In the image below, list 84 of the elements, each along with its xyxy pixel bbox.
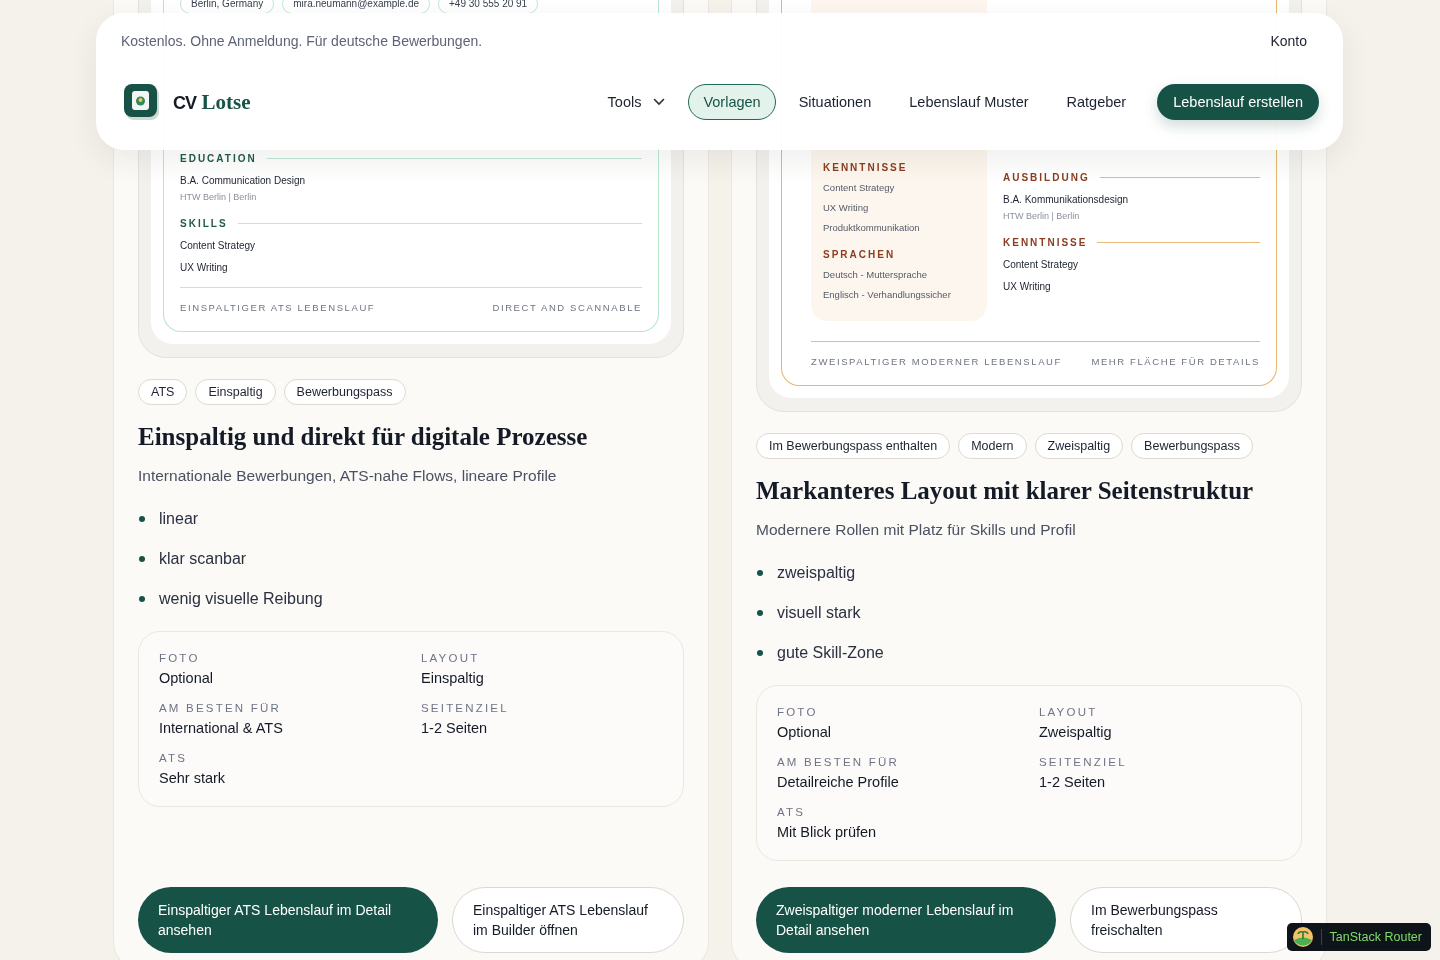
tag: Im Bewerbungspass enthalten xyxy=(756,433,951,459)
fact-value: Optional xyxy=(777,724,832,740)
resume-footer-label: MEHR FLÄCHE FÜR DETAILS xyxy=(1091,356,1260,367)
section-heading: SPRACHEN xyxy=(823,249,897,260)
fact-label: AM BESTEN FÜR xyxy=(777,756,900,768)
section-heading: KENNTNISSE xyxy=(823,162,909,173)
skill-item: Content Strategy xyxy=(1003,259,1080,270)
template-title: Einspaltig und direkt für digitale Prozesse xyxy=(138,423,589,451)
bullet-text: gute Skill-Zone xyxy=(777,644,884,662)
fact-label: ATS xyxy=(159,752,189,764)
tagline: Kostenlos. Ohne Anmeldung. Für deutsche Bewerbungen. xyxy=(121,33,483,49)
nav-link[interactable]: Ratgeber xyxy=(1051,84,1142,120)
fact-label: SEITENZIEL xyxy=(1039,756,1128,768)
builder-button[interactable]: Einspaltiger ATS Lebenslauf im Builder öffnen xyxy=(452,887,684,953)
tag: Einspaltig xyxy=(195,379,276,405)
sidebar-item: Content Strategy xyxy=(823,182,896,193)
nav-dropdown[interactable]: Tools xyxy=(592,84,681,120)
bullet-icon xyxy=(757,650,763,656)
template-title: Markanteres Layout mit klarer Seitenstruktur xyxy=(756,477,1255,505)
tag: Bewerbungspass xyxy=(1131,433,1253,459)
section-heading: SKILLS xyxy=(180,218,228,229)
bullet-text: wenig visuelle Reibung xyxy=(159,590,323,608)
bullet-icon xyxy=(139,596,145,602)
tag: Bewerbungspass xyxy=(283,379,406,405)
bullet-icon xyxy=(757,610,763,616)
fact-value: Optional xyxy=(159,670,214,686)
bullet-text: klar scanbar xyxy=(159,550,247,568)
sidebar-item: Englisch - Verhandlungssicher xyxy=(823,289,952,300)
fact-value: Einspaltig xyxy=(421,670,485,686)
fact-label: LAYOUT xyxy=(421,652,481,664)
entry-title: B.A. Communication Design xyxy=(180,175,307,186)
entry-meta: HTW Berlin | Berlin xyxy=(1003,211,1081,221)
detail-button[interactable]: Zweispaltiger moderner Lebenslauf im Detail ansehen xyxy=(756,887,1056,953)
skill-item: Content Strategy xyxy=(180,240,257,251)
sidebar-item: UX Writing xyxy=(823,202,870,213)
bullet-text: visuell stark xyxy=(777,604,861,622)
resume-footer-label: ZWEISPALTIGER MODERNER LEBENSLAUF xyxy=(811,356,1062,367)
fact-value: 1-2 Seiten xyxy=(421,720,489,736)
account-link[interactable]: Konto xyxy=(1270,33,1307,49)
fact-label: ATS xyxy=(777,806,807,818)
badge-label: TanStack Router xyxy=(1329,930,1422,944)
logo-icon xyxy=(124,84,160,120)
chevron-down-icon xyxy=(653,98,666,106)
fact-value: Sehr stark xyxy=(159,770,227,786)
create-cv-button[interactable]: Lebenslauf erstellen xyxy=(1157,84,1319,120)
tag: ATS xyxy=(138,379,188,405)
resume-footer-label: EINSPALTIGER ATS LEBENSLAUF xyxy=(180,302,376,313)
fact-value: Mit Blick prüfen xyxy=(777,824,878,840)
section-heading: AUSBILDUNG xyxy=(1003,172,1090,183)
entry-title: B.A. Kommunikationsdesign xyxy=(1003,194,1130,205)
fact-label: FOTO xyxy=(777,706,819,718)
bullet-icon xyxy=(757,570,763,576)
bullet-text: zweispaltig xyxy=(777,564,856,582)
section-heading: EDUCATION xyxy=(180,153,257,164)
fact-value: Detailreiche Profile xyxy=(777,774,900,790)
nav-link[interactable]: Vorlagen xyxy=(688,84,776,120)
devtools-badge[interactable]: TanStack Router xyxy=(1286,923,1431,951)
bullet-icon xyxy=(139,516,145,522)
entry-meta: HTW Berlin | Berlin xyxy=(180,192,258,202)
fact-value: International & ATS xyxy=(159,720,284,736)
sidebar-item: Produktkommunikation xyxy=(823,222,921,233)
builder-button[interactable]: Im Bewerbungspass freischalten xyxy=(1070,887,1302,953)
nav-link[interactable]: Lebenslauf Muster xyxy=(894,84,1044,120)
bullet-text: linear xyxy=(159,510,199,528)
fact-value: 1-2 Seiten xyxy=(1039,774,1107,790)
resume-footer-label: DIRECT AND SCANNABLE xyxy=(492,302,642,313)
brand-name[interactable]: CV Lotse xyxy=(173,89,251,115)
skill-item: UX Writing xyxy=(1003,281,1052,292)
detail-button[interactable]: Einspaltiger ATS Lebenslauf im Detail ansehen xyxy=(138,887,438,953)
tag: Modern xyxy=(958,433,1027,459)
skill-item: UX Writing xyxy=(180,262,229,273)
tag: Zweispaltig xyxy=(1034,433,1124,459)
sidebar-item: Deutsch - Muttersprache xyxy=(823,269,928,280)
template-subtitle: Modernere Rollen mit Platz für Skills und Profil xyxy=(756,521,1077,539)
fact-label: FOTO xyxy=(159,652,201,664)
template-subtitle: Internationale Bewerbungen, ATS-nahe Flows, lineare Profile xyxy=(138,467,558,485)
fact-label: AM BESTEN FÜR xyxy=(159,702,282,714)
fact-label: LAYOUT xyxy=(1039,706,1099,718)
fact-label: SEITENZIEL xyxy=(421,702,510,714)
section-heading: KENNTNISSE xyxy=(1003,237,1088,248)
nav-link[interactable]: Situationen xyxy=(783,84,887,120)
fact-value: Zweispaltig xyxy=(1039,724,1113,740)
island-icon xyxy=(1292,927,1313,947)
bullet-icon xyxy=(139,556,145,562)
